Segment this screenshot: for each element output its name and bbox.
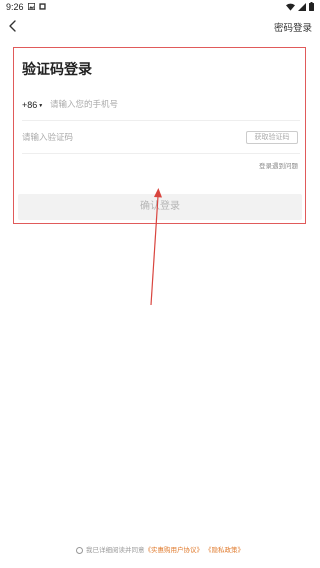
- user-agreement-link[interactable]: 《实惠购用户协议》: [144, 546, 203, 554]
- confirm-login-button[interactable]: 确认登录: [18, 194, 302, 220]
- verification-code-input[interactable]: [22, 130, 222, 146]
- login-issue-link[interactable]: 登录遇到问题: [259, 160, 298, 170]
- status-icons-right: [286, 2, 314, 11]
- phone-divider: [22, 120, 300, 121]
- battery-icon: [309, 2, 314, 11]
- phone-input[interactable]: [50, 97, 290, 113]
- country-code-value: +86: [22, 100, 38, 110]
- image-icon: [28, 3, 35, 10]
- agreement-row: 我已详细阅读并同意《实惠购用户协议》 《隐私政策》: [0, 544, 320, 554]
- country-code-select[interactable]: +86▼: [22, 100, 43, 110]
- caret-down-icon: ▼: [38, 102, 44, 109]
- password-login-link[interactable]: 密码登录: [274, 20, 312, 34]
- nav-bar: 密码登录: [0, 16, 320, 36]
- get-code-button[interactable]: 获取验证码: [246, 131, 298, 144]
- code-divider: [22, 153, 300, 154]
- agree-radio[interactable]: [75, 546, 83, 554]
- agreement-prefix: 我已详细阅读并同意: [85, 546, 145, 554]
- notification-icon: [39, 3, 46, 10]
- status-time: 9:26: [6, 2, 24, 12]
- wifi-icon: [286, 3, 295, 11]
- signal-icon: [298, 2, 306, 11]
- page-title: 验证码登录: [22, 62, 92, 78]
- chevron-left-icon[interactable]: [6, 18, 20, 34]
- privacy-policy-link[interactable]: 《隐私政策》: [205, 546, 244, 554]
- status-bar: 9:26: [0, 0, 320, 14]
